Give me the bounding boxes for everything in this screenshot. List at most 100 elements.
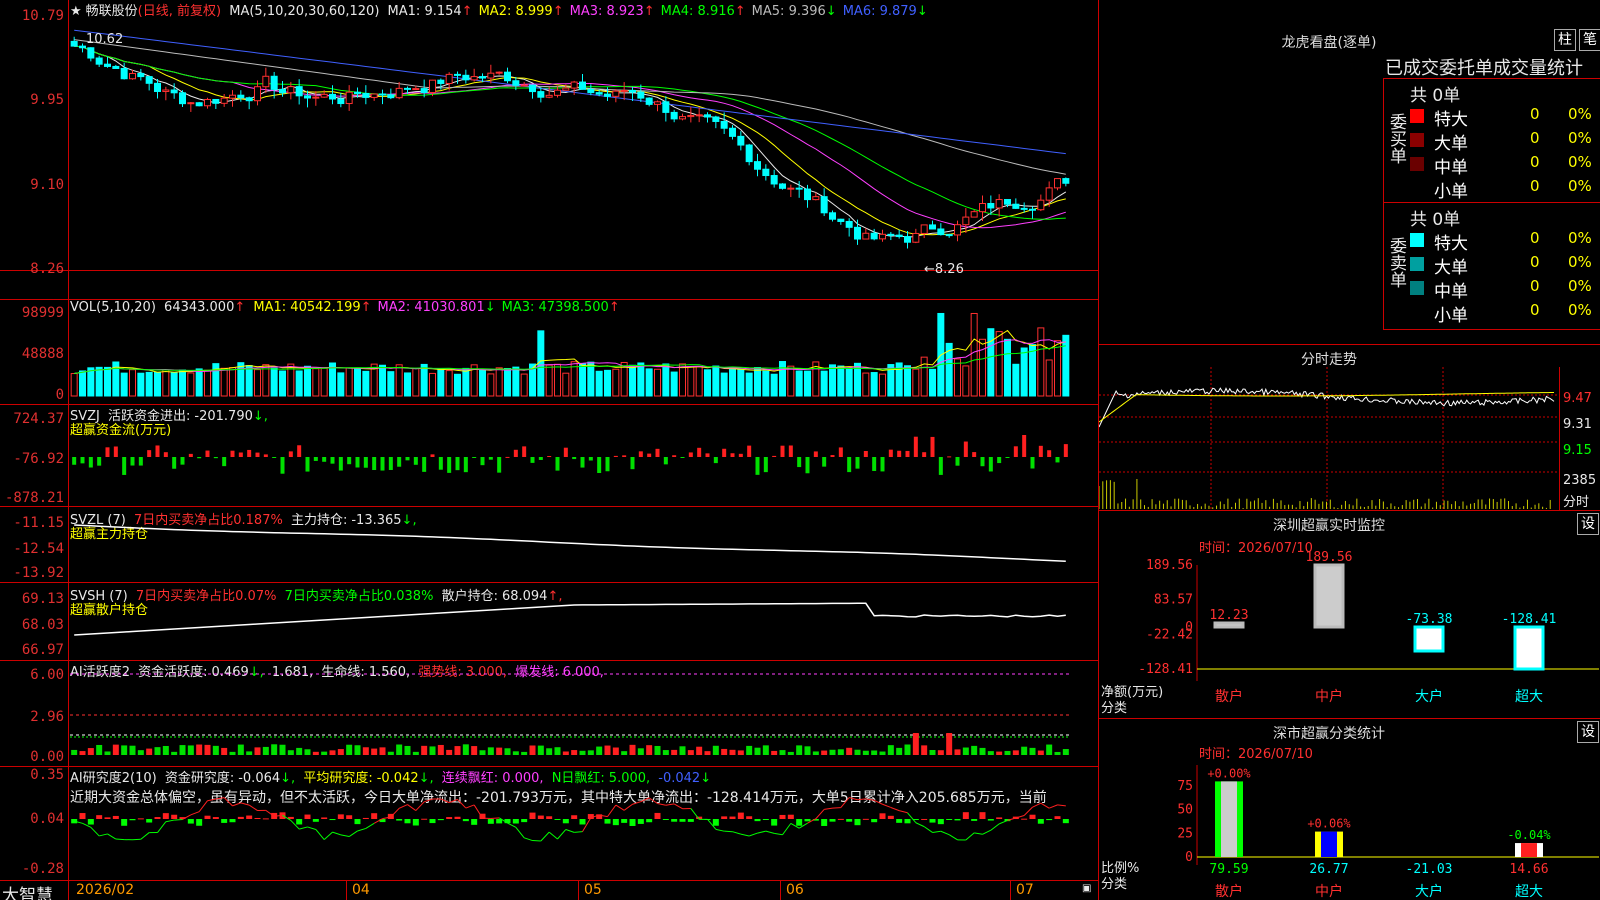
intraday-chart[interactable] xyxy=(1099,367,1559,511)
tick-mode-button[interactable]: 笔 xyxy=(1579,29,1600,51)
activity-bar xyxy=(262,746,269,755)
sz-classify-ytick: 25 xyxy=(1177,826,1193,841)
sell-row-label: 中单 xyxy=(1434,282,1468,302)
research-bar xyxy=(1062,819,1069,824)
fund-flow-bar xyxy=(672,455,677,457)
candle-body xyxy=(287,86,295,94)
activity-bar xyxy=(979,747,986,755)
sz-monitor-panel[interactable]: 深圳超赢实时监控 设 时间：2026/07/10 净额(万元) 分类 189.5… xyxy=(1098,510,1600,718)
volume-bar xyxy=(162,369,170,397)
sz-monitor-chart[interactable]: 189.5683.570-22.42-128.4112.23散户189.56中户… xyxy=(1099,551,1600,719)
volume-chart[interactable] xyxy=(70,310,1098,406)
ai-activity-chart[interactable] xyxy=(70,661,1098,767)
volume-bar xyxy=(79,370,86,397)
svzl-panel[interactable]: SVZL (7) 7日内买卖净占比0.187% 主力持仓: -13.365↓, 超… xyxy=(0,507,1098,583)
fund-flow-bar xyxy=(463,457,468,473)
activity-bar xyxy=(687,750,694,755)
research-line xyxy=(857,798,866,801)
bar-mode-button[interactable]: 柱 xyxy=(1554,29,1576,51)
fund-flow-bar xyxy=(847,457,852,473)
ai-research-chart[interactable] xyxy=(70,767,1098,880)
activity-bar xyxy=(1012,750,1019,755)
candle-body xyxy=(670,111,678,120)
svsh-panel[interactable]: SVSH (7) 7日内买卖净占比0.07% 7日内买卖净占比0.038% 散户… xyxy=(0,583,1098,661)
volume-bar xyxy=(487,373,495,397)
ai-activity-panel[interactable]: AI活跃度2 资金活跃度: 0.469↓, 1.681, 生命线: 1.560, 强… xyxy=(0,661,1098,767)
research-line xyxy=(457,799,467,809)
candle-body xyxy=(562,87,570,91)
research-bar xyxy=(746,816,753,819)
activity-bar xyxy=(1046,744,1053,755)
dragon-tiger-panel[interactable]: 龙虎看盘(逐单) 柱 笔 已成交委托单成交量统计 委买单 共 0单 特大 0 0% 大… xyxy=(1098,0,1600,344)
research-line xyxy=(890,807,900,812)
candle-body xyxy=(929,224,936,230)
research-bar xyxy=(337,814,344,819)
research-line xyxy=(140,832,150,840)
intraday-vol-tick: 2385 xyxy=(1563,473,1597,488)
activity-bar xyxy=(871,750,878,755)
fund-flow-bar xyxy=(897,450,902,457)
activity-bar xyxy=(812,751,819,755)
lock-icon[interactable]: ▣ xyxy=(1082,883,1091,894)
activity-bar xyxy=(1037,750,1044,755)
volume-bar xyxy=(154,371,161,397)
svzl-chart[interactable] xyxy=(70,507,1098,583)
research-bar xyxy=(804,819,811,822)
activity-bar xyxy=(1021,746,1028,755)
price-y-tick: 8.26 xyxy=(30,261,64,277)
candle-body xyxy=(970,211,978,218)
sell-row: 大单 0 0% xyxy=(1410,253,1600,278)
volume-bar xyxy=(795,370,803,397)
buy-row: 大单 0 0% xyxy=(1410,129,1600,154)
ai-research-panel[interactable]: AI研究度2(10) 资金研究度: -0.064↓, 平均研究度: -0.042↓,… xyxy=(0,767,1098,880)
svsh-chart[interactable] xyxy=(70,583,1098,661)
fund-flow-bar xyxy=(97,457,102,466)
sz-classify-category: 超大 xyxy=(1515,884,1543,900)
sz-classify-settings-button[interactable]: 设 xyxy=(1577,721,1599,743)
volume-bar xyxy=(545,364,553,397)
svzj-chart[interactable] xyxy=(70,435,1098,507)
research-line xyxy=(757,830,766,834)
candle-body xyxy=(329,93,336,100)
sell-row-count: 0 xyxy=(1530,277,1540,295)
volume-panel[interactable]: VOL(5,10,20) 64343.000↑ MA1: 40542.199↑ M… xyxy=(0,299,1098,405)
research-line xyxy=(899,810,908,814)
fund-flow-bar xyxy=(172,457,177,469)
activity-bar xyxy=(354,745,361,755)
price-panel[interactable]: ★ 畅联股份(日线, 前复权) MA(5,10,20,30,60,120) MA1… xyxy=(0,0,1098,277)
research-bar xyxy=(546,816,553,819)
research-bar xyxy=(921,818,928,820)
intraday-panel[interactable]: 分时走势 9.47 9.31 9.15 2385 分时 xyxy=(1098,344,1600,511)
research-line xyxy=(165,819,175,823)
sz-monitor-settings-button[interactable]: 设 xyxy=(1577,513,1599,535)
color-swatch xyxy=(1410,157,1424,171)
candle-body xyxy=(945,234,953,237)
buy-row-label: 小单 xyxy=(1434,182,1468,202)
volume-bar xyxy=(320,367,328,397)
fund-flow-bar xyxy=(338,457,343,471)
candle-body xyxy=(937,228,945,236)
research-bar xyxy=(529,812,536,819)
research-bar xyxy=(879,813,886,819)
svzj-panel[interactable]: SVZJ 活跃资金进出: -201.790↓, 超赢资金流(万元) 724.37 … xyxy=(0,405,1098,507)
activity-bar xyxy=(612,747,619,755)
sz-classify-category: 中户 xyxy=(1315,883,1343,900)
research-line xyxy=(232,802,242,807)
sz-classify-chart[interactable]: 75 50 25 0 +0.00% 79.59 散户 +0.06% 26.77 中户 -21.03 大… xyxy=(1099,755,1600,900)
chart-area[interactable]: ★ 畅联股份(日线, 前复权) MA(5,10,20,30,60,120) MA1… xyxy=(0,0,1098,900)
fund-flow-bar xyxy=(905,450,910,457)
sz-classify-change-label: +0.06% xyxy=(1307,817,1351,831)
volume-bar xyxy=(837,365,845,397)
sz-monitor-ytick: -128.41 xyxy=(1138,662,1193,677)
research-bar xyxy=(346,815,353,819)
sz-classify-panel[interactable]: 深市超赢分类统计 设 时间：2026/07/10 比例% 分类 75 50 25 0 +… xyxy=(1098,718,1600,900)
activity-bar xyxy=(329,750,336,755)
research-line xyxy=(398,804,408,809)
candle-body xyxy=(579,81,586,90)
research-bar xyxy=(446,817,453,819)
candlestick-chart[interactable] xyxy=(70,16,1098,271)
research-line xyxy=(248,804,258,811)
svzj-value: -201.790 xyxy=(194,409,253,424)
fund-flow-bar xyxy=(497,457,502,473)
volume-bar xyxy=(520,373,528,397)
